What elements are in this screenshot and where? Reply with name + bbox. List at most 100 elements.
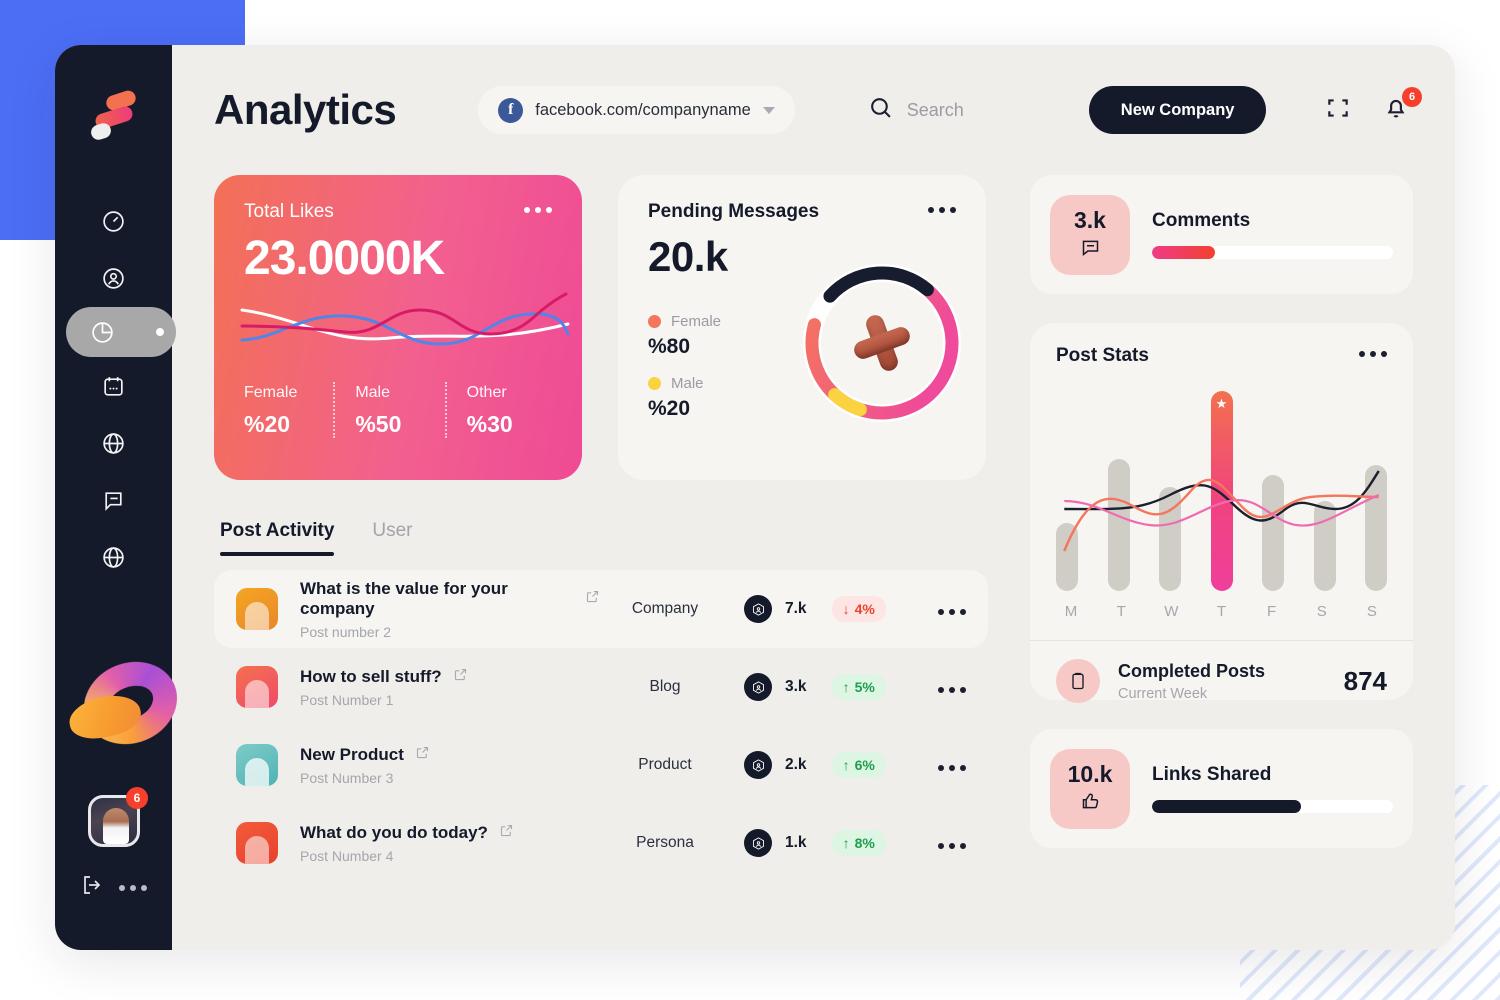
completed-posts-row: Completed Posts Current Week 874 bbox=[1056, 641, 1387, 703]
post-stats-chart: ★ bbox=[1056, 391, 1387, 591]
total-likes-title: Total Likes bbox=[244, 201, 334, 222]
change-value: 4% bbox=[854, 601, 875, 617]
row-menu-icon[interactable] bbox=[938, 759, 966, 771]
bar-thu-highlight[interactable]: ★ bbox=[1210, 391, 1233, 591]
post-metric: 3.k ↑ 5% bbox=[744, 673, 886, 701]
legend-label: Male bbox=[671, 375, 704, 392]
star-icon: ★ bbox=[1215, 396, 1228, 411]
avatar-badge: 6 bbox=[126, 787, 148, 809]
row-menu-icon[interactable] bbox=[938, 681, 966, 693]
post-title: How to sell stuff? bbox=[300, 666, 442, 686]
x-label: F bbox=[1267, 603, 1277, 620]
header-actions: 6 bbox=[1325, 87, 1422, 125]
table-row[interactable]: What do you do today? Post Number 4 Pers… bbox=[214, 804, 988, 882]
page-title: Analytics bbox=[214, 86, 397, 133]
sidebar-item-calendar[interactable] bbox=[86, 358, 142, 414]
message-icon bbox=[1080, 237, 1101, 263]
external-link-icon[interactable] bbox=[499, 823, 514, 843]
sidebar-item-dashboard[interactable] bbox=[86, 193, 142, 249]
change-value: 8% bbox=[854, 835, 875, 851]
header: Analytics f facebook.com/companyname New… bbox=[214, 45, 1422, 175]
progress-track bbox=[1152, 800, 1393, 813]
total-likes-sparkline bbox=[240, 292, 570, 362]
external-link-icon[interactable] bbox=[453, 667, 468, 687]
more-options-icon[interactable] bbox=[118, 884, 147, 891]
status-badge: ↑ 5% bbox=[831, 674, 886, 700]
status-badge: ↑ 8% bbox=[831, 830, 886, 856]
views-value: 2.k bbox=[785, 756, 807, 773]
views-icon bbox=[744, 673, 772, 701]
post-category: Blog bbox=[649, 678, 681, 695]
external-link-icon[interactable] bbox=[585, 589, 600, 609]
completed-posts-title: Completed Posts bbox=[1118, 660, 1266, 681]
comments-value: 3.k bbox=[1074, 206, 1106, 233]
progress-fill bbox=[1152, 800, 1302, 813]
left-column: Total Likes 23.0000K Female %20 Male %50… bbox=[214, 175, 988, 882]
views-value: 3.k bbox=[785, 678, 807, 695]
progress-track bbox=[1152, 246, 1393, 259]
external-link-icon[interactable] bbox=[415, 745, 430, 765]
row-menu-icon[interactable] bbox=[938, 603, 966, 615]
bar-mon bbox=[1056, 523, 1078, 591]
x-label: S bbox=[1366, 603, 1377, 620]
total-likes-menu-icon[interactable] bbox=[524, 201, 552, 213]
sidebar-item-global[interactable] bbox=[86, 529, 142, 585]
post-info: What do you do today? Post Number 4 bbox=[300, 823, 600, 864]
thumbs-up-icon bbox=[1080, 791, 1101, 817]
logout-icon[interactable] bbox=[80, 873, 104, 902]
search-box[interactable] bbox=[868, 95, 1057, 125]
pending-messages-menu-icon[interactable] bbox=[928, 201, 956, 213]
chevron-down-icon[interactable] bbox=[762, 106, 775, 114]
sidebar-item-analytics[interactable] bbox=[65, 307, 176, 357]
pending-messages-title: Pending Messages bbox=[648, 201, 820, 222]
facebook-icon: f bbox=[498, 97, 524, 123]
table-row[interactable]: How to sell stuff? Post Number 1 Blog 3.… bbox=[214, 648, 988, 726]
views-value: 1.k bbox=[785, 834, 807, 851]
url-text: facebook.com/companyname bbox=[535, 100, 751, 119]
active-indicator-dot bbox=[155, 328, 164, 336]
stat-label: Female bbox=[244, 384, 298, 401]
post-category: Persona bbox=[636, 834, 694, 851]
post-subtitle: Post Number 4 bbox=[300, 847, 394, 864]
views-icon bbox=[744, 829, 772, 857]
user-avatar-wrapper[interactable]: 6 bbox=[88, 787, 148, 847]
post-metric: 1.k ↑ 8% bbox=[744, 829, 886, 857]
fullscreen-icon[interactable] bbox=[1325, 95, 1355, 125]
notification-badge: 6 bbox=[1402, 87, 1422, 107]
links-value: 10.k bbox=[1067, 760, 1113, 787]
sidebar-footer bbox=[55, 873, 172, 902]
links-shared-card: 10.k Links Shared bbox=[1030, 729, 1413, 848]
post-metric: 2.k ↑ 6% bbox=[744, 751, 886, 779]
post-subtitle: Post Number 1 bbox=[300, 691, 394, 708]
bar-wed bbox=[1159, 487, 1181, 591]
post-title: New Product bbox=[300, 744, 404, 764]
sidebar-item-network[interactable] bbox=[86, 415, 142, 471]
search-input[interactable] bbox=[906, 99, 1057, 121]
notification-bell-icon[interactable]: 6 bbox=[1383, 87, 1422, 125]
table-row[interactable]: New Product Post Number 3 Product 2.k ↑ … bbox=[214, 726, 988, 804]
sidebar-item-profile[interactable] bbox=[86, 250, 142, 306]
total-likes-breakdown: Female %20 Male %50 Other %30 bbox=[244, 382, 552, 438]
clipboard-icon bbox=[1056, 659, 1100, 703]
bar-sun bbox=[1365, 465, 1387, 591]
new-company-button[interactable]: New Company bbox=[1088, 86, 1267, 134]
chart-bars: ★ bbox=[1056, 391, 1387, 591]
views-icon bbox=[744, 751, 772, 779]
bar-tue bbox=[1107, 459, 1130, 591]
tab-post-activity[interactable]: Post Activity bbox=[220, 520, 335, 556]
completed-posts-subtitle: Current Week bbox=[1118, 685, 1208, 702]
app-logo bbox=[88, 88, 138, 143]
tab-user[interactable]: User bbox=[372, 520, 412, 556]
url-selector[interactable]: f facebook.com/companyname bbox=[478, 86, 795, 134]
post-metric: 7.k ↓ 4% bbox=[744, 595, 886, 623]
post-thumbnail bbox=[236, 588, 278, 630]
stat-value: %50 bbox=[355, 411, 402, 437]
views-value: 7.k bbox=[785, 600, 807, 617]
sidebar-item-messages[interactable] bbox=[86, 472, 142, 528]
post-stats-menu-icon[interactable] bbox=[1359, 345, 1387, 357]
likes-stat-male: Male %50 bbox=[329, 382, 440, 438]
x-label: M bbox=[1064, 603, 1078, 620]
table-row[interactable]: What is the value for your company Post … bbox=[214, 570, 988, 648]
row-menu-icon[interactable] bbox=[938, 837, 966, 849]
sidebar-nav bbox=[55, 193, 176, 586]
